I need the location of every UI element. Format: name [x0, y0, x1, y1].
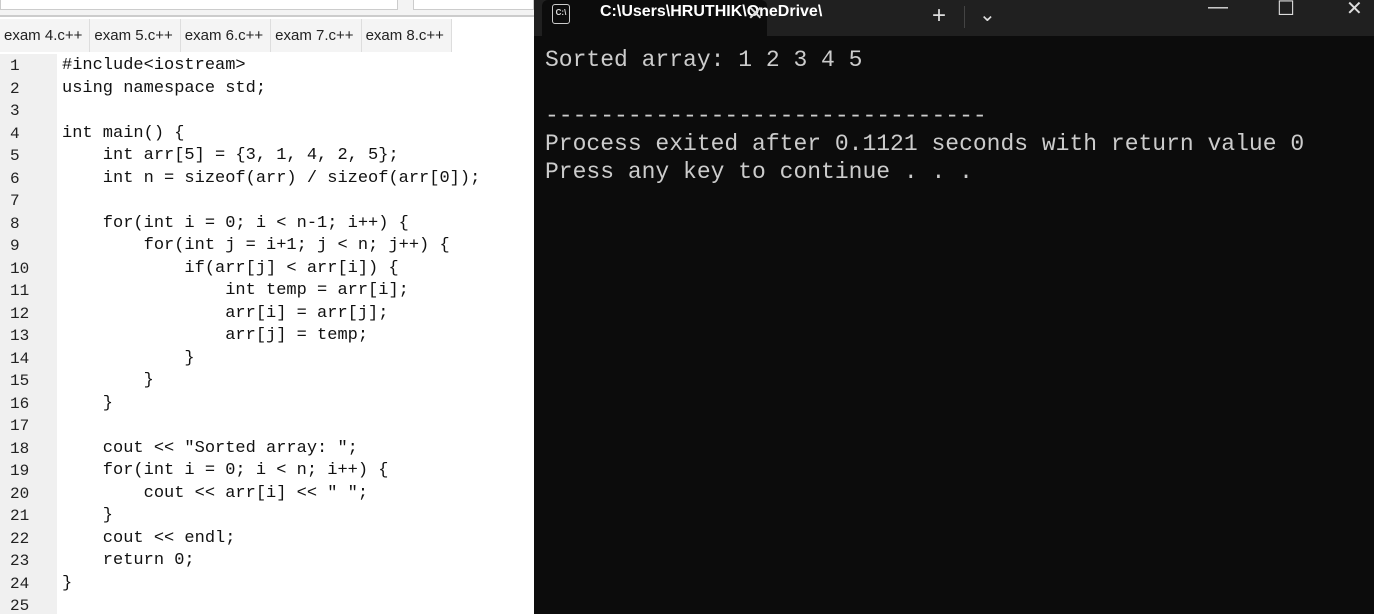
- code-line: if(arr[j] < arr[i]) {: [62, 258, 399, 278]
- line-number: 18: [10, 439, 30, 458]
- line-number: 25: [10, 597, 30, 614]
- file-tab[interactable]: exam 5.c++: [90, 19, 181, 52]
- maximize-button[interactable]: ☐: [1277, 0, 1295, 21]
- code-line: cout << "Sorted array: ";: [62, 438, 358, 458]
- code-line: }: [62, 371, 154, 390]
- terminal-tab-title: C:\Users\HRUTHIK\OneDrive\: [600, 3, 823, 20]
- line-number: 13: [10, 327, 30, 345]
- close-window-button[interactable]: ✕: [1346, 0, 1363, 21]
- divider: [964, 6, 965, 28]
- code-line: }: [62, 393, 114, 413]
- code-line: int n = sizeof(arr) / sizeof(arr[0]);: [62, 168, 481, 188]
- code-line: return 0;: [62, 551, 195, 570]
- code-editor: exam 4.c++ exam 5.c++ exam 6.c++ exam 7.c++…: [0, 0, 534, 614]
- line-number: 4: [10, 124, 20, 143]
- code-line: for(int i = 0; i < n; i++) {: [62, 461, 389, 480]
- line-number: 5: [10, 147, 20, 165]
- code-line: }: [62, 573, 73, 593]
- code-line: cout << arr[i] << " ";: [62, 483, 369, 503]
- code-line: cout << endl;: [62, 528, 236, 548]
- toolbar-field[interactable]: [413, 0, 534, 10]
- code-line: using namespace std;: [62, 78, 267, 98]
- code-line: arr[i] = arr[j];: [62, 303, 389, 323]
- line-number: 9: [10, 237, 20, 255]
- toolbar-field[interactable]: [0, 0, 398, 10]
- line-number: 14: [10, 349, 30, 368]
- close-tab-icon[interactable]: ✕: [747, 1, 764, 26]
- terminal-line: --------------------------------: [545, 103, 987, 129]
- line-number: 23: [10, 552, 30, 570]
- line-number: 24: [10, 574, 30, 593]
- code-line: arr[j] = temp;: [62, 326, 369, 345]
- line-number: 16: [10, 394, 30, 413]
- code-line: }: [62, 348, 195, 368]
- file-tab[interactable]: exam 8.c++: [361, 19, 452, 52]
- line-number: 6: [10, 169, 20, 188]
- line-number: 19: [10, 462, 30, 480]
- file-tab[interactable]: exam 6.c++: [180, 19, 272, 52]
- line-number: 8: [10, 214, 20, 233]
- code-line: for(int i = 0; i < n-1; i++) {: [62, 213, 409, 233]
- code-line: int main() {: [62, 123, 185, 143]
- line-number: 11: [10, 282, 30, 300]
- line-number: 17: [10, 417, 30, 435]
- new-tab-button[interactable]: +: [932, 2, 946, 30]
- terminal-line: Sorted array: 1 2 3 4 5: [545, 47, 863, 73]
- code-line: int arr[5] = {3, 1, 4, 2, 5};: [62, 146, 399, 165]
- terminal-line: Process exited after 0.1121 seconds with…: [545, 131, 1305, 157]
- line-number: 12: [10, 304, 30, 323]
- terminal-line: Press any key to continue . . .: [545, 159, 973, 185]
- file-tab[interactable]: exam 4.c++: [0, 19, 91, 52]
- minimize-button[interactable]: —: [1208, 0, 1228, 19]
- terminal-titlebar: C:\ C:\Users\HRUTHIK\OneDrive\ ✕ + ⌄ — ☐…: [534, 0, 1374, 36]
- file-tabs: exam 4.c++ exam 5.c++ exam 6.c++ exam 7.c++…: [0, 19, 452, 52]
- line-number: 20: [10, 484, 30, 503]
- line-number: 22: [10, 529, 30, 548]
- line-number: 2: [10, 79, 20, 98]
- code-line: int temp = arr[i];: [62, 281, 409, 300]
- code-line: #include<iostream>: [62, 56, 246, 75]
- file-tab[interactable]: exam 7.c++: [271, 19, 362, 52]
- editor-toolbar: [0, 0, 534, 17]
- terminal-window: C:\ C:\Users\HRUTHIK\OneDrive\ ✕ + ⌄ — ☐…: [534, 0, 1374, 614]
- line-number: 3: [10, 102, 20, 120]
- dropdown-chevron-icon[interactable]: ⌄: [979, 2, 996, 27]
- code-line: }: [62, 506, 114, 525]
- line-number: 7: [10, 192, 20, 210]
- terminal-tab[interactable]: C:\ C:\Users\HRUTHIK\OneDrive\ ✕: [542, 0, 822, 36]
- line-number: 21: [10, 507, 30, 525]
- code-line: for(int j = i+1; j < n; j++) {: [62, 236, 450, 255]
- console-icon: C:\: [552, 4, 570, 24]
- line-number: 10: [10, 259, 30, 278]
- line-number: 1: [10, 57, 20, 75]
- line-number: 15: [10, 372, 30, 390]
